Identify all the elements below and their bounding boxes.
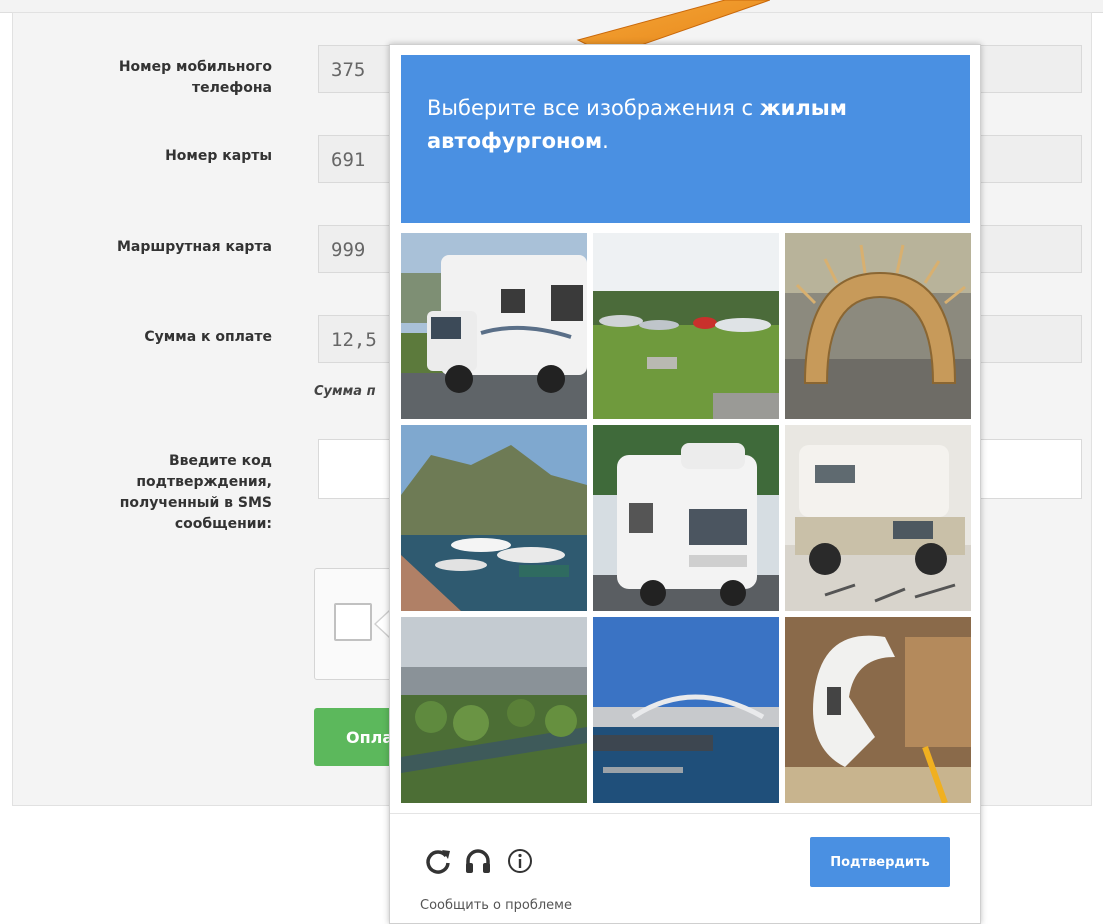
popup-tail-inner	[376, 611, 390, 637]
tile-1[interactable]	[401, 233, 587, 419]
white-machine-image	[785, 617, 971, 803]
card-label: Номер карты	[165, 148, 272, 164]
tile-3[interactable]	[785, 233, 971, 419]
tile-4[interactable]	[401, 425, 587, 611]
tile-8[interactable]	[593, 617, 779, 803]
route-card-label: Маршрутная карта	[116, 239, 272, 255]
captcha-checkbox[interactable]	[334, 603, 372, 641]
harbor-bridge-image	[593, 617, 779, 803]
sms-code-label: Введите код подтверждения, полученный в …	[119, 453, 272, 532]
amount-hint: Сумма п	[314, 384, 376, 399]
prompt-prefix: Выберите все изображения с	[427, 96, 760, 120]
tile-2[interactable]	[593, 233, 779, 419]
tile-5[interactable]	[593, 425, 779, 611]
phone-label: Номер мобильного телефона	[118, 59, 272, 96]
captcha-challenge-popup: Выберите все изображения с жилым автофур…	[389, 44, 981, 924]
footer-divider	[390, 813, 980, 814]
tile-6[interactable]	[785, 425, 971, 611]
tile-7[interactable]	[401, 617, 587, 803]
camper-van-2-image	[593, 425, 779, 611]
camper-van-image	[401, 233, 587, 419]
marina-image	[401, 425, 587, 611]
refresh-icon[interactable]	[422, 845, 454, 877]
info-icon[interactable]	[504, 845, 536, 877]
prompt-suffix: .	[602, 129, 609, 153]
verify-button[interactable]: Подтвердить	[810, 837, 950, 887]
airfield-image	[593, 233, 779, 419]
challenge-header: Выберите все изображения с жилым автофур…	[401, 55, 970, 223]
tile-9[interactable]	[785, 617, 971, 803]
report-problem-link[interactable]: Сообщить о проблеме	[420, 898, 572, 913]
wooden-arch-image	[785, 233, 971, 419]
headphones-icon[interactable]	[462, 845, 494, 877]
river-park-image	[401, 617, 587, 803]
amount-label: Сумма к оплате	[144, 329, 272, 345]
truck-camper-image	[785, 425, 971, 611]
